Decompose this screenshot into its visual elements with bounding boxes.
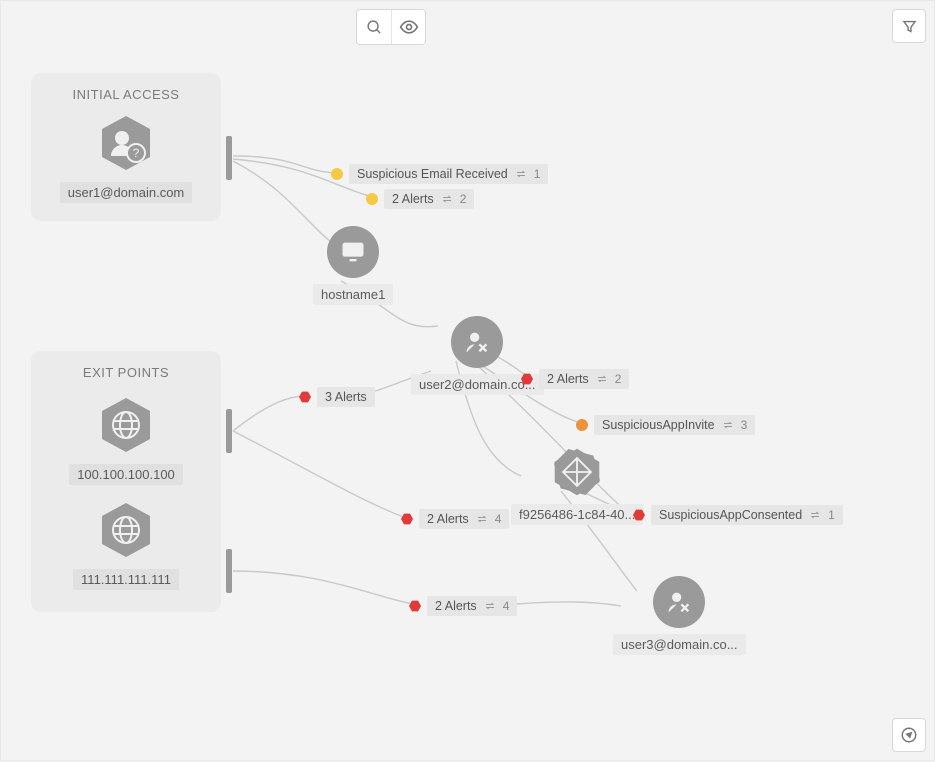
filter-button[interactable]: [892, 9, 926, 43]
event-label: Suspicious Email Received: [357, 167, 508, 181]
severity-hex-red: [633, 509, 645, 521]
swap-icon: [483, 600, 497, 612]
severity-dot-yellow: [331, 168, 343, 180]
event-suspicious-email[interactable]: Suspicious Email Received 1: [331, 164, 548, 184]
globe-icon: [95, 394, 157, 456]
severity-hex-red: [299, 391, 311, 403]
event-app-invite[interactable]: SuspiciousAppInvite 3: [576, 415, 755, 435]
eye-icon: [399, 17, 419, 37]
swap-icon: [721, 419, 735, 431]
event-2alerts-a[interactable]: 2 Alerts 2: [366, 189, 474, 209]
event-2alerts-c[interactable]: 2 Alerts 4: [401, 509, 509, 529]
monitor-icon: [339, 238, 367, 266]
panel-connector: [226, 136, 232, 180]
user-unknown-icon: ?: [95, 112, 157, 174]
initial-access-title: INITIAL ACCESS: [31, 87, 221, 102]
search-icon: [366, 19, 383, 36]
event-app-consented[interactable]: SuspiciousAppConsented 1: [633, 505, 843, 525]
filter-icon: [901, 18, 918, 35]
event-label: 3 Alerts: [325, 390, 367, 404]
event-count: 4: [503, 599, 510, 613]
panel-connector: [226, 549, 232, 593]
user-investigate-icon: [463, 328, 491, 356]
app-hex-icon: [551, 444, 603, 500]
compass-icon: [900, 726, 918, 744]
event-label: 2 Alerts: [547, 372, 589, 386]
event-count: 2: [615, 372, 622, 386]
svg-text:?: ?: [133, 146, 140, 160]
severity-hex-red: [401, 513, 413, 525]
exit-points-panel: EXIT POINTS 100.100.100.100 111.111.111.…: [31, 351, 221, 612]
event-2alerts-d[interactable]: 2 Alerts 4: [409, 596, 517, 616]
user3-label: user3@domain.co...: [613, 634, 746, 655]
recenter-button[interactable]: [892, 718, 926, 752]
swap-icon: [475, 513, 489, 525]
severity-hex-red: [409, 600, 421, 612]
event-count: 1: [828, 508, 835, 522]
initial-access-panel: INITIAL ACCESS ? user1@domain.com: [31, 73, 221, 221]
swap-icon: [808, 509, 822, 521]
app-label: f9256486-1c84-40...: [511, 504, 643, 525]
host-label: hostname1: [313, 284, 393, 305]
exit-points-title: EXIT POINTS: [31, 365, 221, 380]
event-label: SuspiciousAppConsented: [659, 508, 802, 522]
severity-dot-orange: [576, 419, 588, 431]
swap-icon: [595, 373, 609, 385]
event-label: 2 Alerts: [435, 599, 477, 613]
event-3alerts[interactable]: 3 Alerts: [299, 387, 375, 407]
event-count: 1: [534, 167, 541, 181]
panel-connector: [226, 409, 232, 453]
graph-toolbar: [356, 9, 426, 45]
user3-node[interactable]: user3@domain.co...: [613, 576, 746, 655]
event-label: SuspiciousAppInvite: [602, 418, 715, 432]
event-label: 2 Alerts: [392, 192, 434, 206]
initial-user-label[interactable]: user1@domain.com: [60, 182, 193, 203]
search-button[interactable]: [357, 10, 391, 44]
app-node[interactable]: f9256486-1c84-40...: [511, 446, 643, 525]
swap-icon: [514, 168, 528, 180]
view-button[interactable]: [391, 10, 425, 44]
event-count: 2: [460, 192, 467, 206]
event-2alerts-b[interactable]: 2 Alerts 2: [521, 369, 629, 389]
exit-ip-label: 100.100.100.100: [69, 464, 183, 485]
user-investigate-icon: [665, 588, 693, 616]
event-count: 4: [495, 512, 502, 526]
exit-ip-label: 111.111.111.111: [73, 569, 179, 590]
severity-hex-red: [521, 373, 533, 385]
severity-dot-yellow: [366, 193, 378, 205]
exit-ip-node[interactable]: 111.111.111.111: [31, 499, 221, 590]
globe-icon: [95, 499, 157, 561]
event-count: 3: [741, 418, 748, 432]
host-node[interactable]: hostname1: [313, 226, 393, 305]
event-label: 2 Alerts: [427, 512, 469, 526]
swap-icon: [440, 193, 454, 205]
exit-ip-node[interactable]: 100.100.100.100: [31, 394, 221, 485]
